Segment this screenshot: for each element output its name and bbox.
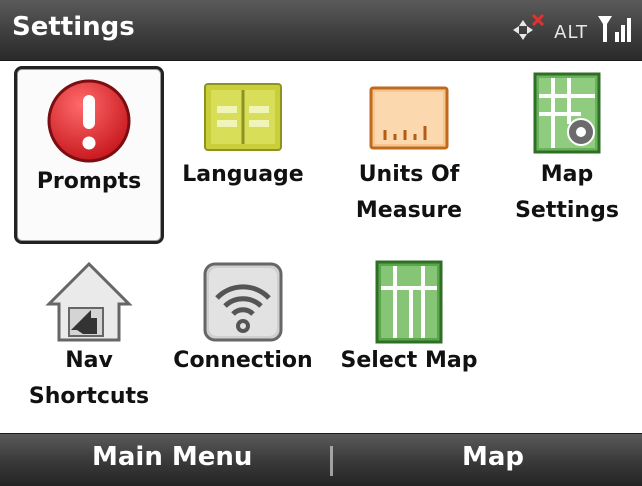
settings-item-label: Units Of <box>358 162 460 187</box>
settings-item-language[interactable]: Language <box>168 66 318 276</box>
settings-item-label-line2: Settings <box>515 198 619 223</box>
ruler-icon <box>361 78 457 160</box>
select-map-icon <box>361 258 457 350</box>
book-icon <box>195 78 291 160</box>
settings-item-label-line2: Measure <box>355 198 463 223</box>
signal-strength-icon <box>596 10 632 50</box>
settings-item-nav-shortcuts[interactable]: Nav Shortcuts <box>14 252 164 428</box>
settings-item-prompts[interactable]: Prompts <box>14 66 164 244</box>
title-bar: Settings ALT <box>0 0 642 61</box>
settings-item-label: Map <box>540 162 594 187</box>
page-title: Settings <box>12 12 135 42</box>
main-menu-softkey[interactable]: Main Menu <box>92 442 252 472</box>
exclamation-icon <box>41 75 137 171</box>
alt-indicator: ALT <box>554 21 588 43</box>
map-softkey[interactable]: Map <box>462 442 524 472</box>
settings-item-label: Nav <box>65 348 113 373</box>
settings-item-map-settings[interactable]: Map Settings <box>492 66 642 276</box>
settings-item-select-map[interactable]: Select Map <box>334 252 484 428</box>
settings-item-units-of-measure[interactable]: Units Of Measure <box>334 66 484 276</box>
softkey-divider <box>330 446 333 476</box>
map-settings-icon <box>519 70 615 160</box>
settings-item-label: Connection <box>173 348 313 373</box>
settings-item-label: Prompts <box>36 169 142 194</box>
status-area: ALT <box>510 10 632 50</box>
wireless-icon <box>195 258 291 350</box>
softkey-bar: Main Menu Map <box>0 433 642 486</box>
settings-item-label-line2: Shortcuts <box>28 384 150 409</box>
data-connection-icon <box>510 12 546 48</box>
settings-item-connection[interactable]: Connection <box>168 252 318 428</box>
home-shortcut-icon <box>41 258 137 350</box>
settings-item-label: Language <box>182 162 304 187</box>
settings-item-label: Select Map <box>340 348 478 373</box>
settings-screen: Settings ALT Prompts Language Units Of M… <box>0 0 642 486</box>
